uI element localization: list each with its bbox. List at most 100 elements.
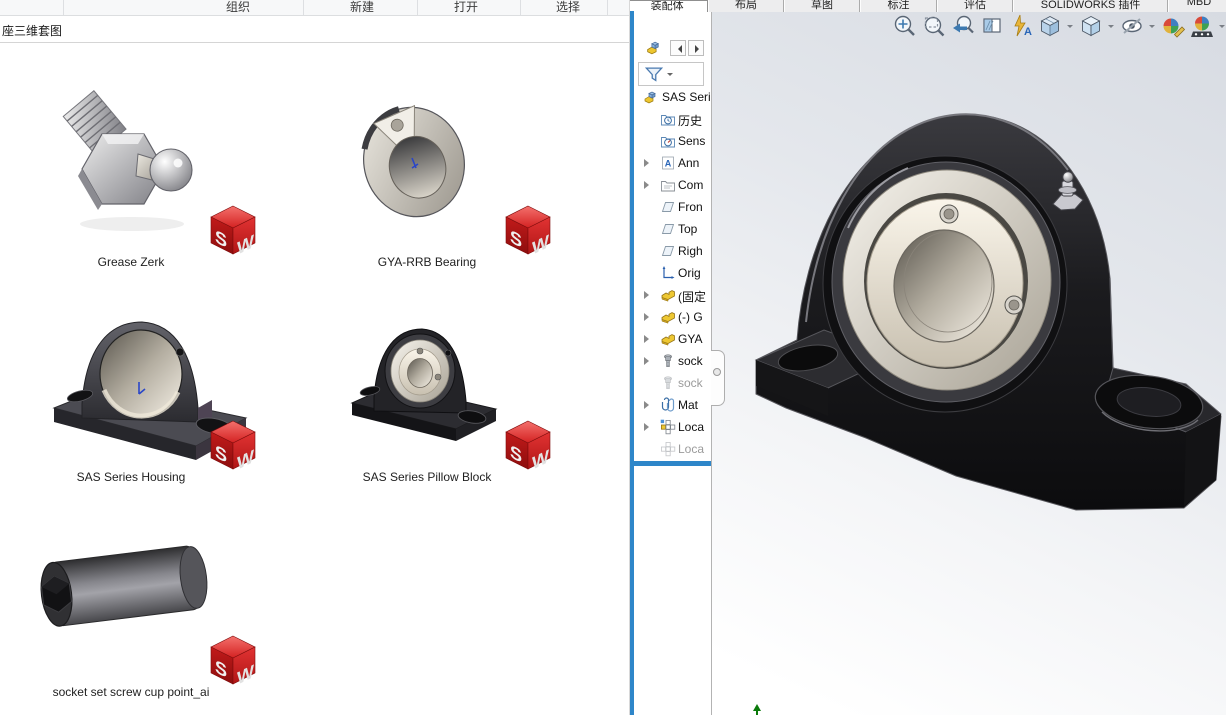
explorer-toolbar: 组织 新建 打开 选择 [0,0,630,16]
open-menu[interactable]: 打开 [454,0,478,15]
assembly-icon [647,41,660,55]
tree-item-local-pattern-suppressed[interactable]: Loca [634,438,711,460]
edit-appearance-icon[interactable] [1160,13,1186,39]
expand-arrow-icon[interactable] [644,181,653,189]
expand-arrow-icon[interactable] [644,401,653,409]
file-name: SAS Series Pillow Block [362,470,492,484]
feature-manager-panel: SAS Seri 历史 Sens A Ann Com Fron Top Righ… [634,12,712,715]
tree-panel-splitter[interactable] [634,461,711,466]
toolbar-separator [607,0,608,15]
tab-markup[interactable]: 标注 [860,0,937,12]
expand-arrow-icon[interactable] [644,159,653,167]
tree-item-top-plane[interactable]: Top [634,218,711,240]
history-folder-icon [661,115,675,126]
screen: 组织 新建 打开 选择 座三维套图 S W Grease Zerk S W GY… [0,0,1226,715]
solidworks-file-badge: S W [210,420,256,470]
plane-icon [661,202,675,212]
file-explorer-panel: 组织 新建 打开 选择 座三维套图 S W Grease Zerk S W GY… [0,0,630,715]
file-name: SAS Series Housing [76,470,186,484]
apply-scene-icon[interactable] [1189,13,1215,39]
tree-item-right-plane[interactable]: Righ [634,240,711,262]
tab-mbd[interactable]: MBD [1168,0,1226,12]
sensors-folder-icon [661,137,675,148]
plane-icon [661,224,675,234]
file-name: GYA-RRB Bearing [377,255,477,269]
tree-item-assembly-root[interactable]: SAS Seri [634,86,711,108]
new-menu[interactable]: 新建 [350,0,374,15]
mates-icon [661,397,675,412]
display-style-icon[interactable] [1078,13,1104,39]
annotation-views-icon[interactable]: A [1008,13,1034,39]
tree-item-annotations[interactable]: A Ann [634,152,711,174]
bearing-thumbnail [361,104,465,218]
organize-menu[interactable]: 组织 [226,0,250,15]
tab-layout[interactable]: 布局 [708,0,784,12]
tree-item-sensors[interactable]: Sens [634,130,711,152]
view-orientation-icon[interactable] [1037,13,1063,39]
solidworks-file-badge: S W [505,205,551,255]
filter-funnel-icon [644,67,664,82]
file-name: socket set screw cup point_ai [52,685,210,699]
hide-show-items-icon[interactable] [1119,13,1145,39]
window-edge [630,11,634,715]
select-menu[interactable]: 选择 [556,0,580,15]
tab-assembly[interactable]: 装配体 [630,0,709,12]
tab-sketch[interactable]: 草图 [783,0,861,12]
tab-solidworks-addins[interactable]: SOLIDWORKS 插件 [1013,0,1169,12]
part-icon [661,312,675,324]
expand-arrow-icon[interactable] [644,423,653,431]
previous-view-icon[interactable] [950,13,976,39]
tree-item-gya-component[interactable]: GYA [634,328,711,350]
tree-item-comments[interactable]: Com [634,174,711,196]
heads-up-view-toolbar: A [892,13,1226,39]
tree-item-origin[interactable]: Orig [634,262,711,284]
pattern-icon [660,419,676,435]
tree-item-component-g[interactable]: (-) G [634,306,711,328]
tree-item-history[interactable]: 历史 [634,108,711,130]
tree-tab-previous-button[interactable] [670,40,686,56]
tree-item-socket-screw-suppressed[interactable]: sock [634,372,711,394]
expand-arrow-icon[interactable] [644,357,653,365]
folder-header: 座三维套图 [0,16,630,43]
zoom-to-area-icon[interactable] [921,13,947,39]
tree-item-mates[interactable]: Mat [634,394,711,416]
tree-filter[interactable] [638,62,704,86]
toolbar-separator [417,0,418,15]
solidworks-file-badge: S W [210,635,256,685]
display-style-dropdown[interactable] [1107,13,1116,39]
tree-item-front-plane[interactable]: Fron [634,196,711,218]
expand-arrow-icon[interactable] [644,335,653,343]
toolbar-separator [520,0,521,15]
reference-triad-icon [753,704,761,715]
part-icon [661,290,675,302]
view-orientation-dropdown[interactable] [1066,13,1075,39]
tree-tab-next-button[interactable] [688,40,704,56]
toolbar-separator [63,0,64,15]
file-name: Grease Zerk [97,255,165,269]
svg-text:A: A [665,159,672,169]
folder-name: 座三维套图 [2,24,63,38]
origin-icon [662,266,675,279]
hide-show-items-dropdown[interactable] [1148,13,1157,39]
set-screw-thumbnail [40,545,208,627]
tree-item-socket-screw[interactable]: sock [634,350,711,372]
tree-item-fixed-component[interactable]: (固定 [634,284,711,306]
filter-dropdown-icon [667,73,673,79]
expand-arrow-icon[interactable] [644,291,653,299]
section-view-icon[interactable] [979,13,1005,39]
flyout-grip-icon [713,368,721,376]
plane-icon [661,246,675,256]
svg-text:A: A [1024,26,1032,38]
pillow-block-3d-model [754,113,1222,511]
part-icon [661,334,675,346]
panel-flyout-handle[interactable] [711,350,725,406]
tree-item-local-pattern[interactable]: Loca [634,416,711,438]
zoom-to-fit-icon[interactable] [892,13,918,39]
pattern-icon [660,441,676,457]
screw-icon [664,376,672,389]
assembly-icon [644,91,656,104]
expand-arrow-icon[interactable] [644,313,653,321]
apply-scene-dropdown[interactable] [1218,13,1226,39]
tab-evaluate[interactable]: 评估 [936,0,1014,12]
solidworks-file-badge: S W [505,420,551,470]
